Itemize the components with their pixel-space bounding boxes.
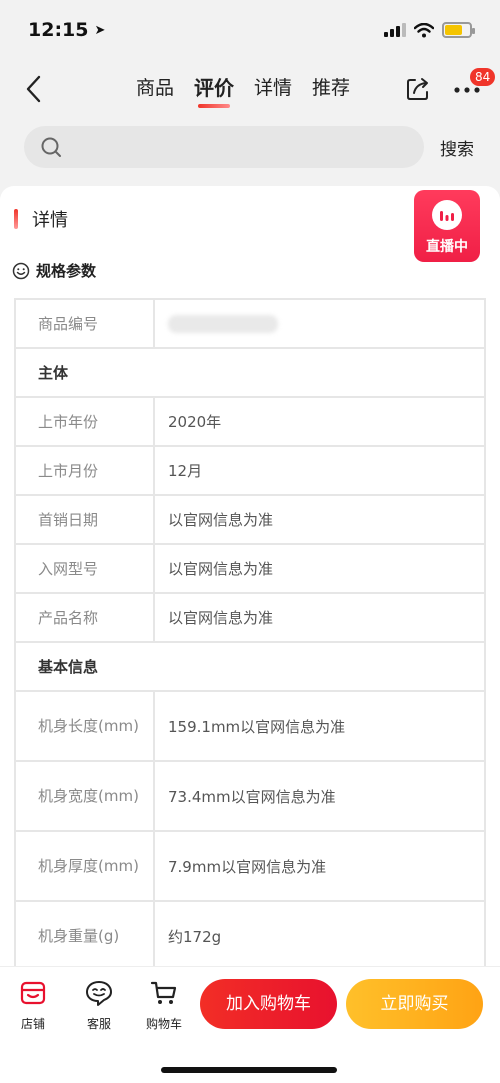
product-tabs: 商品 评价 详情 推荐	[136, 74, 350, 108]
status-icons	[384, 22, 475, 38]
spec-group-label: 基本信息	[14, 641, 486, 692]
cart-label: 购物车	[145, 1017, 182, 1031]
tab-product[interactable]: 商品	[136, 74, 174, 106]
spec-key: 机身宽度(mm)	[14, 760, 155, 832]
bottom-action-bar: 店铺 客服 购物车 加入购物车 立即购买	[0, 966, 500, 1083]
spec-value: 以官网信息为准	[153, 543, 486, 594]
cellular-signal-icon	[384, 23, 406, 37]
spec-value: 159.1mm以官网信息为准	[153, 690, 486, 762]
table-row: 上市月份 12月	[14, 445, 486, 496]
spec-value: 以官网信息为准	[153, 494, 486, 545]
table-group-row: 基本信息	[14, 641, 486, 692]
shop-label: 店铺	[20, 1017, 45, 1031]
add-to-cart-button[interactable]: 加入购物车	[200, 979, 337, 1029]
blurred-product-id	[168, 314, 278, 333]
spec-header: 规格参数	[12, 260, 96, 281]
service-label: 客服	[86, 1017, 111, 1031]
customer-service-button[interactable]: 客服	[69, 979, 129, 1032]
section-title: 详情	[32, 210, 68, 231]
spec-key: 入网型号	[14, 543, 155, 594]
table-row: 首销日期 以官网信息为准	[14, 494, 486, 545]
back-arrow-icon[interactable]	[20, 74, 50, 104]
tab-details[interactable]: 详情	[254, 74, 292, 106]
spec-value	[153, 298, 486, 349]
live-label: 直播中	[426, 239, 468, 255]
wifi-icon	[414, 22, 434, 37]
table-row: 机身重量(g) 约172g	[14, 900, 486, 972]
search-button[interactable]: 搜索	[440, 135, 474, 160]
home-indicator	[161, 1067, 337, 1073]
spec-value: 2020年	[153, 396, 486, 447]
tab-reviews[interactable]: 评价	[194, 74, 234, 108]
spec-key: 机身长度(mm)	[14, 690, 155, 762]
spec-group-label: 主体	[14, 347, 486, 398]
table-row: 机身宽度(mm) 73.4mm以官网信息为准	[14, 760, 486, 832]
table-row: 商品编号	[14, 298, 486, 349]
spec-key: 首销日期	[14, 494, 155, 545]
live-bars-icon	[440, 211, 454, 221]
table-row: 机身长度(mm) 159.1mm以官网信息为准	[14, 690, 486, 762]
table-row: 机身厚度(mm) 7.9mm以官网信息为准	[14, 830, 486, 902]
table-row: 入网型号 以官网信息为准	[14, 543, 486, 594]
live-icon	[432, 200, 462, 230]
spec-key: 上市年份	[14, 396, 155, 447]
details-card: 详情 直播中 规格参数 商品编号 主体 上市年份 2020年 上市月份 12月 …	[0, 186, 500, 976]
search-row: 搜索	[0, 122, 500, 174]
shop-icon	[20, 981, 46, 1005]
search-input[interactable]	[24, 126, 424, 168]
table-row: 上市年份 2020年	[14, 396, 486, 447]
status-bar: 12:15 ➤	[0, 0, 500, 60]
spec-key: 产品名称	[14, 592, 155, 643]
tab-recommend[interactable]: 推荐	[312, 74, 350, 106]
spec-value: 7.9mm以官网信息为准	[153, 830, 486, 902]
table-group-row: 主体	[14, 347, 486, 398]
cart-button[interactable]: 购物车	[134, 979, 194, 1032]
cart-icon	[150, 981, 177, 1004]
location-arrow-icon: ➤	[94, 22, 106, 38]
spec-table: 商品编号 主体 上市年份 2020年 上市月份 12月 首销日期 以官网信息为准…	[14, 298, 486, 972]
status-time: 12:15	[28, 19, 89, 41]
shop-button[interactable]: 店铺	[3, 979, 63, 1032]
table-row: 产品名称 以官网信息为准	[14, 592, 486, 643]
spec-value: 73.4mm以官网信息为准	[153, 760, 486, 832]
live-streaming-button[interactable]: 直播中	[414, 190, 480, 262]
message-count-badge: 84	[470, 68, 496, 86]
details-header: 详情	[14, 206, 68, 232]
spec-title: 规格参数	[36, 262, 97, 280]
spec-value: 以官网信息为准	[153, 592, 486, 643]
battery-icon	[442, 22, 475, 38]
smiley-icon	[12, 262, 30, 279]
product-nav-bar: 商品 评价 详情 推荐	[0, 60, 500, 118]
search-icon	[41, 137, 61, 157]
section-marker	[14, 209, 18, 229]
spec-value: 约172g	[153, 900, 486, 972]
chat-icon	[86, 981, 112, 1006]
spec-value: 12月	[153, 445, 486, 496]
buy-now-button[interactable]: 立即购买	[346, 979, 483, 1029]
spec-key: 机身厚度(mm)	[14, 830, 155, 902]
spec-key: 商品编号	[14, 298, 155, 349]
spec-key: 上市月份	[14, 445, 155, 496]
spec-key: 机身重量(g)	[14, 900, 155, 972]
share-icon[interactable]	[404, 75, 432, 103]
